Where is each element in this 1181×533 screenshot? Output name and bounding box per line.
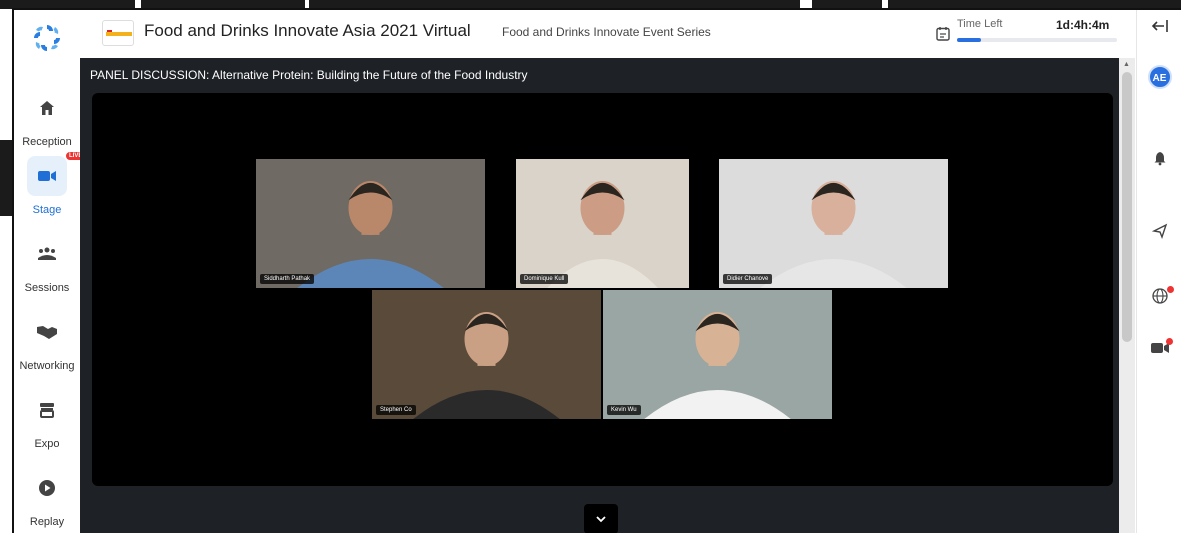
user-avatar-button[interactable]: AE — [1137, 65, 1181, 89]
scroll-up-icon: ▲ — [1123, 61, 1130, 68]
calendar-icon — [936, 27, 950, 41]
people-icon — [27, 234, 67, 274]
speaker-tile: Dominique Kull — [516, 159, 689, 288]
speaker-name: Stephen Co — [376, 405, 416, 415]
background-left-strip — [0, 140, 12, 216]
speaker-name: Dominique Kull — [520, 274, 569, 284]
scrollbar-thumb[interactable] — [1122, 72, 1132, 342]
expand-button[interactable] — [584, 504, 618, 533]
stage-scrollbar[interactable]: ▲ — [1119, 58, 1135, 533]
session-title: PANEL DISCUSSION: Alternative Protein: B… — [90, 68, 528, 82]
globe-icon — [1151, 288, 1168, 304]
right-rail: AE — [1136, 10, 1181, 533]
nav-item-networking[interactable]: Networking — [14, 312, 80, 372]
speaker-video — [603, 290, 832, 419]
event-logo — [102, 20, 134, 46]
send-message-button[interactable] — [1137, 223, 1181, 244]
nav-label-networking: Networking — [19, 360, 75, 372]
speaker-name: Didier Chanove — [723, 274, 773, 284]
event-title: Food and Drinks Innovate Asia 2021 Virtu… — [144, 21, 471, 40]
top-header: Food and Drinks Innovate Asia 2021 Virtu… — [80, 10, 1119, 58]
speaker-tile: Kevin Wu — [603, 290, 832, 419]
send-icon — [1151, 223, 1167, 240]
speaker-video — [372, 290, 601, 419]
nav-item-reception[interactable]: Reception — [14, 88, 80, 148]
speaker-tile: Didier Chanove — [719, 159, 948, 288]
speaker-tile: Siddharth Pathak — [256, 159, 485, 288]
nav-label-stage: Stage — [32, 204, 62, 216]
language-button[interactable] — [1137, 286, 1181, 309]
speaker-name: Kevin Wu — [607, 405, 641, 415]
speaker-video — [516, 159, 689, 288]
chevron-down-icon — [596, 516, 606, 523]
time-left-value: 1d:4h:4m — [1056, 18, 1110, 32]
event-series-link[interactable]: Food and Drinks Innovate Event Series — [502, 25, 711, 39]
booth-icon — [27, 390, 67, 430]
speaker-name: Siddharth Pathak — [260, 274, 315, 284]
speaker-tile: Stephen Co — [372, 290, 601, 419]
left-navigation: Reception LIVE Stage Sessions Networking — [14, 10, 87, 533]
nav-item-sessions[interactable]: Sessions — [14, 234, 80, 294]
video-camera-icon: LIVE — [27, 151, 87, 196]
collapse-arrow-icon — [1151, 20, 1168, 32]
nav-item-replay[interactable]: Replay — [14, 468, 80, 528]
bell-icon — [1154, 152, 1165, 166]
avatar: AE — [1147, 65, 1172, 89]
speaker-video — [719, 159, 948, 288]
play-icon — [27, 468, 67, 508]
app-window: Reception LIVE Stage Sessions Networking — [12, 8, 1181, 533]
time-left-label: Time Left — [957, 18, 1003, 30]
nav-item-stage[interactable]: LIVE Stage — [14, 151, 87, 216]
nav-label-expo: Expo — [34, 438, 60, 450]
notification-dot — [1166, 338, 1173, 345]
video-player[interactable]: Siddharth Pathak Dominique Kull Didier C… — [92, 93, 1113, 486]
home-icon — [27, 88, 67, 128]
nav-label-replay: Replay — [29, 516, 65, 528]
app-logo-icon[interactable] — [31, 22, 63, 54]
collapse-panel-button[interactable] — [1137, 16, 1181, 41]
time-progress-bar — [957, 38, 1117, 42]
stage-area: PANEL DISCUSSION: Alternative Protein: B… — [80, 58, 1119, 533]
notification-dot — [1167, 286, 1174, 293]
handshake-icon — [27, 312, 67, 352]
nav-label-sessions: Sessions — [24, 282, 70, 294]
notifications-button[interactable] — [1137, 150, 1181, 171]
nav-label-reception: Reception — [22, 136, 72, 148]
time-progress-fill — [957, 38, 981, 42]
speaker-video — [256, 159, 485, 288]
video-call-button[interactable] — [1137, 338, 1181, 361]
nav-item-expo[interactable]: Expo — [14, 390, 80, 450]
